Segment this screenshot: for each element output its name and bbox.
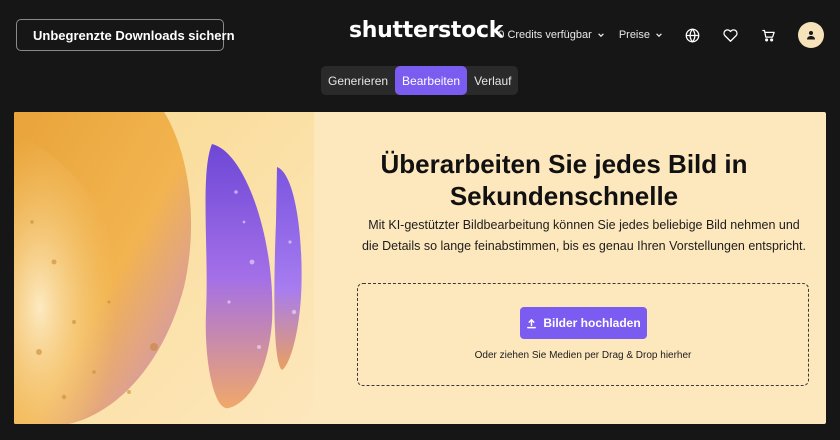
credits-dropdown[interactable]: 0 Credits verfügbar: [498, 29, 605, 41]
chevron-down-icon: [597, 33, 604, 38]
heart-icon: [722, 28, 738, 42]
user-icon: [807, 31, 815, 40]
mode-tabs: Generieren Bearbeiten Verlauf: [321, 66, 519, 95]
globe-icon: [685, 27, 699, 43]
hero-banner: Überarbeiten Sie jedes Bild in Sekundens…: [14, 112, 826, 424]
tab-edit[interactable]: Bearbeiten: [395, 66, 468, 95]
language-button[interactable]: [684, 27, 700, 43]
upload-icon: [527, 318, 537, 328]
chevron-down-icon: [656, 33, 662, 38]
abstract-artwork: [14, 112, 314, 424]
shutterstock-logo[interactable]: shutterstock: [349, 18, 503, 43]
prices-dropdown[interactable]: Preise: [619, 29, 663, 41]
prices-label: Preise: [618, 29, 650, 41]
credits-label: 0 Credits verfügbar: [498, 29, 592, 41]
drag-drop-hint: Oder ziehen Sie Medien per Drag & Drop h…: [474, 350, 692, 361]
upload-images-label: Bilder hochladen: [543, 316, 641, 330]
account-navigation: 0 Credits verfügbar Preise: [498, 18, 824, 52]
hero-title: Überarbeiten Sie jedes Bild in Sekundens…: [380, 149, 748, 211]
hero-description: Mit KI-gestützter Bildbearbeitung können…: [361, 218, 806, 253]
unlimited-downloads-label: Unbegrenzte Downloads sichern: [33, 27, 235, 43]
unlimited-downloads-button[interactable]: Unbegrenzte Downloads sichern: [16, 19, 235, 51]
account-avatar[interactable]: [798, 22, 824, 48]
upload-images-button[interactable]: Bilder hochladen: [520, 307, 647, 339]
tab-generate[interactable]: Generieren: [321, 66, 395, 95]
cart-button[interactable]: [760, 27, 776, 43]
upload-dropzone[interactable]: Bilder hochladen Oder ziehen Sie Medien …: [357, 283, 809, 386]
tab-history[interactable]: Verlauf: [467, 66, 518, 95]
cart-icon: [761, 29, 775, 41]
top-navigation: Unbegrenzte Downloads sichern shuttersto…: [0, 0, 840, 66]
favorites-button[interactable]: [722, 27, 738, 43]
